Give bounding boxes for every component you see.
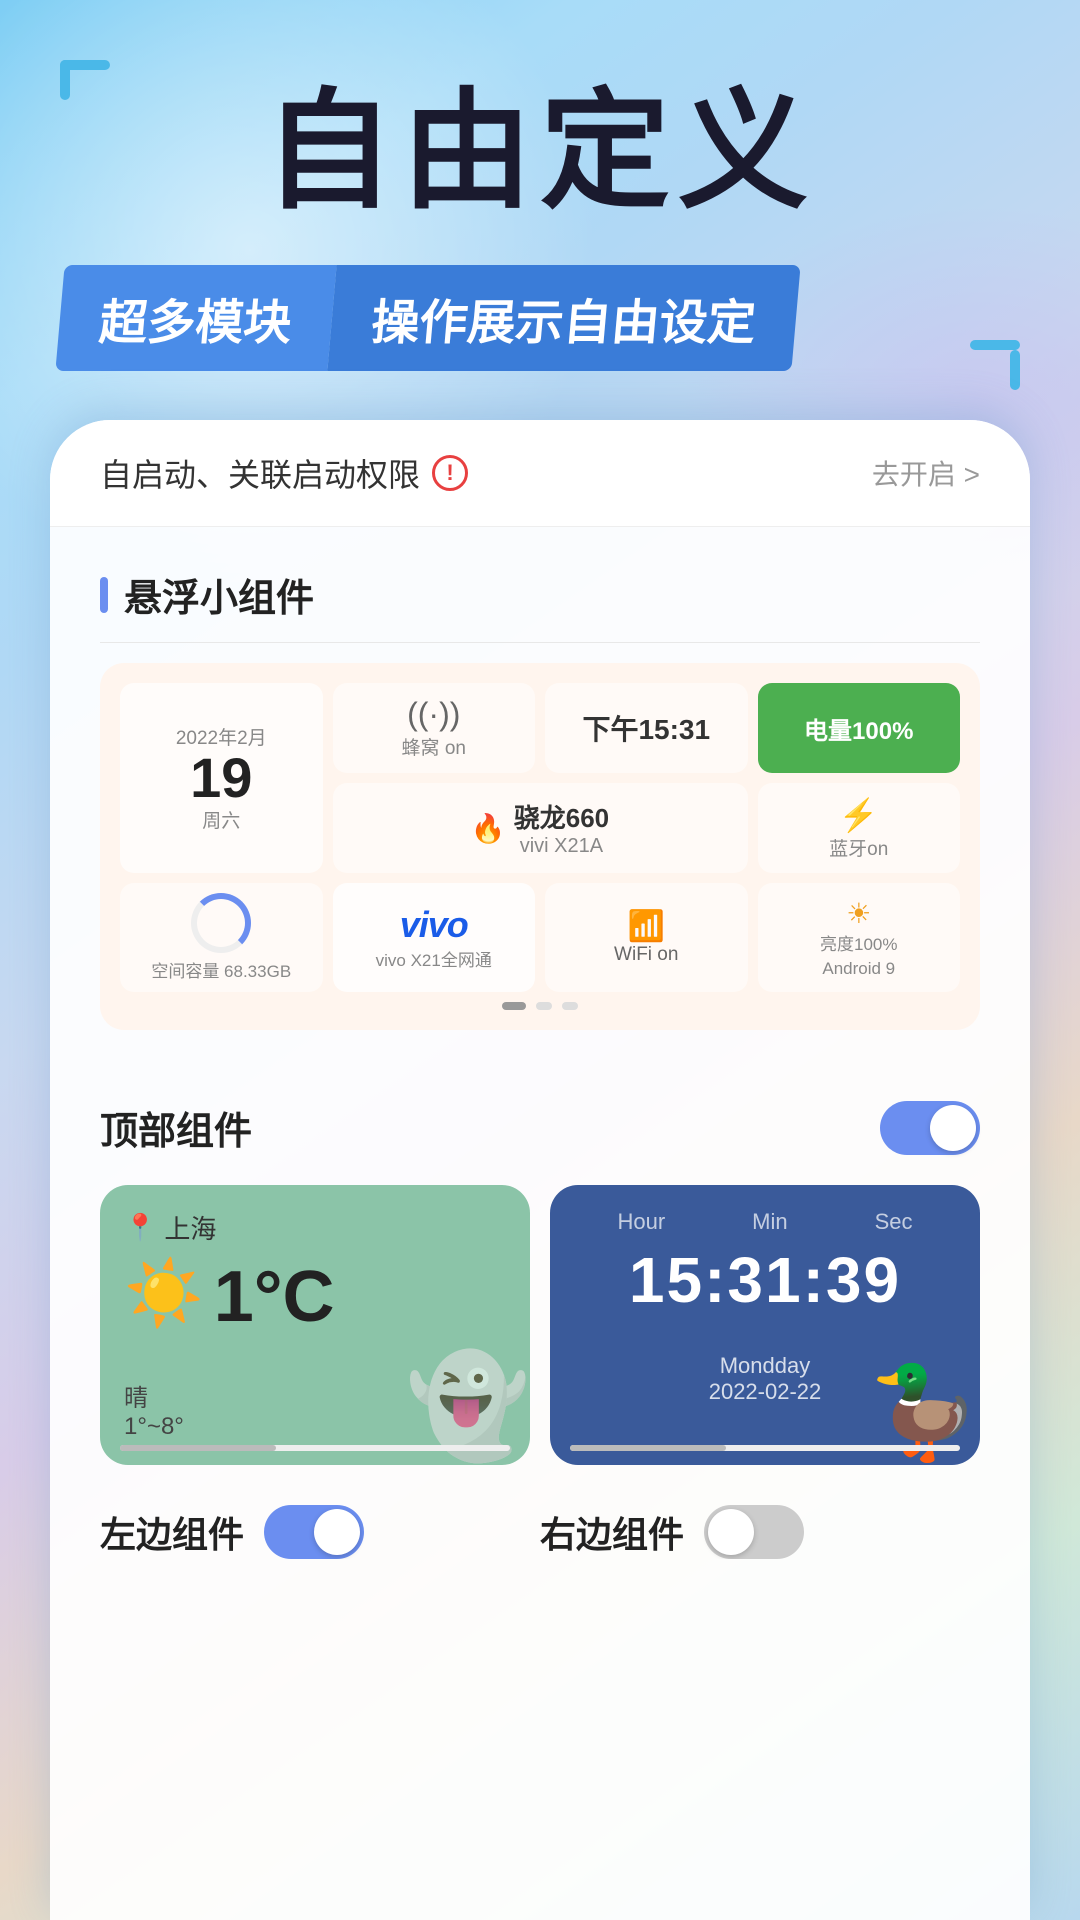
carousel-dot-1 <box>502 1002 526 1010</box>
widget-vivo: vivo vivo X21全网通 <box>333 883 536 992</box>
left-widget-item: 左边组件 <box>100 1505 540 1559</box>
carousel-dots <box>120 1002 960 1010</box>
floating-widget-title: 悬浮小组件 <box>100 567 980 622</box>
widget-weekday: 周六 <box>202 806 240 833</box>
clock-panel: Hour Min Sec 15:31:39 Mondday 2022-02-22… <box>550 1185 980 1465</box>
top-widget-toggle[interactable] <box>880 1101 980 1155</box>
weather-temperature: 1°C <box>214 1256 335 1338</box>
bottom-section: 左边组件 右边组件 <box>50 1505 1030 1559</box>
brightness-icon: ☀ <box>846 897 871 930</box>
widget-day: 19 <box>190 750 252 806</box>
widget-brightness-android: ☀ 亮度100% Android 9 <box>758 883 961 992</box>
widget-storage: 空间容量 68.33GB <box>120 883 323 992</box>
widget-time: 下午15:31 <box>545 683 748 773</box>
vivo-model: vivo X21全网通 <box>376 946 492 971</box>
weather-panel: 📍 上海 ☀️ 1°C 晴 1°~8° 👻 <box>100 1185 530 1465</box>
vivo-logo: vivo <box>400 904 468 946</box>
permission-label-group: 自启动、关联启动权限 ! <box>100 450 468 496</box>
widget-panels: 📍 上海 ☀️ 1°C 晴 1°~8° 👻 Hou <box>50 1185 1030 1465</box>
carousel-dot-3 <box>562 1002 578 1010</box>
cpu-model: vivi X21A <box>514 835 609 858</box>
android-label: Android 9 <box>822 959 895 979</box>
right-widget-toggle[interactable] <box>704 1505 804 1559</box>
wifi-label: WiFi on <box>614 944 678 966</box>
right-toggle-knob <box>708 1509 754 1555</box>
signal-icon: ((·)) <box>407 696 460 733</box>
warning-icon: ! <box>432 455 468 491</box>
left-widget-toggle[interactable] <box>264 1505 364 1559</box>
battery-label: 电量100% <box>804 711 913 746</box>
clock-time: 15:31:39 <box>574 1243 956 1317</box>
top-widget-section: 顶部组件 <box>50 1080 1030 1185</box>
sun-icon: ☀️ <box>124 1256 204 1331</box>
bluetooth-label: 蓝牙on <box>829 834 888 861</box>
widget-battery: 电量100% <box>758 683 961 773</box>
permission-action[interactable]: 去开启 > <box>872 453 980 493</box>
subtitle-right: 操作展示自由设定 <box>327 265 800 371</box>
weather-location: 📍 上海 <box>124 1209 506 1246</box>
clock-labels: Hour Min Sec <box>574 1209 956 1235</box>
right-widget-item: 右边组件 <box>540 1505 980 1559</box>
permission-text: 自启动、关联启动权限 <box>100 450 420 496</box>
right-widget-label: 右边组件 <box>540 1506 684 1558</box>
hero-title: 自由定义 <box>0 80 1080 223</box>
top-widget-label: 顶部组件 <box>100 1100 252 1155</box>
carousel-dot-2 <box>536 1002 552 1010</box>
storage-size: 空间容量 68.33GB <box>151 957 291 982</box>
subtitle-banner: 超多模块 操作展示自由设定 <box>60 265 796 371</box>
widget-wifi: 📶 WiFi on <box>545 883 748 992</box>
weather-temp-row: ☀️ 1°C <box>124 1256 506 1338</box>
wifi-icon: 📶 <box>628 909 665 944</box>
cpu-brand: 骁龙660 <box>514 798 609 835</box>
bluetooth-icon: ⚡ <box>839 796 879 834</box>
permission-banner[interactable]: 自启动、关联启动权限 ! 去开启 > <box>50 420 1030 527</box>
toggle-knob <box>930 1105 976 1151</box>
storage-ring <box>191 893 251 953</box>
snapdragon-icon: 🔥 <box>471 812 506 845</box>
section-divider <box>100 642 980 643</box>
widget-grid: 2022年2月 19 周六 ((·)) 蜂窝 on 下午15 <box>120 683 960 992</box>
widget-bluetooth: ⚡ 蓝牙on <box>758 783 961 873</box>
subtitle-left: 超多模块 <box>55 265 336 371</box>
weather-description: 晴 1°~8° <box>124 1378 184 1441</box>
location-pin-icon: 📍 <box>124 1212 156 1243</box>
floating-widget-section: 悬浮小组件 2022年2月 19 周六 ((·)) 蜂窝 <box>50 527 1030 1080</box>
phone-mockup: 自启动、关联启动权限 ! 去开启 > 悬浮小组件 2022年2月 19 周六 <box>50 420 1030 1920</box>
time-text: 下午15:31 <box>582 708 710 748</box>
left-widget-label: 左边组件 <box>100 1506 244 1558</box>
brightness-label: 亮度100% <box>820 930 897 955</box>
left-toggle-knob <box>314 1509 360 1555</box>
hero-title-container: 自由定义 <box>0 80 1080 223</box>
widget-cpu: 🔥 骁龙660 vivi X21A <box>333 783 748 873</box>
widget-card: 2022年2月 19 周六 ((·)) 蜂窝 on 下午15 <box>100 663 980 1030</box>
widget-date: 2022年2月 19 周六 <box>120 683 323 873</box>
signal-label: 蜂窝 on <box>402 733 466 760</box>
title-bar-decoration <box>100 577 108 613</box>
widget-signal: ((·)) 蜂窝 on <box>333 683 536 773</box>
corner-decoration-br <box>970 340 1020 390</box>
